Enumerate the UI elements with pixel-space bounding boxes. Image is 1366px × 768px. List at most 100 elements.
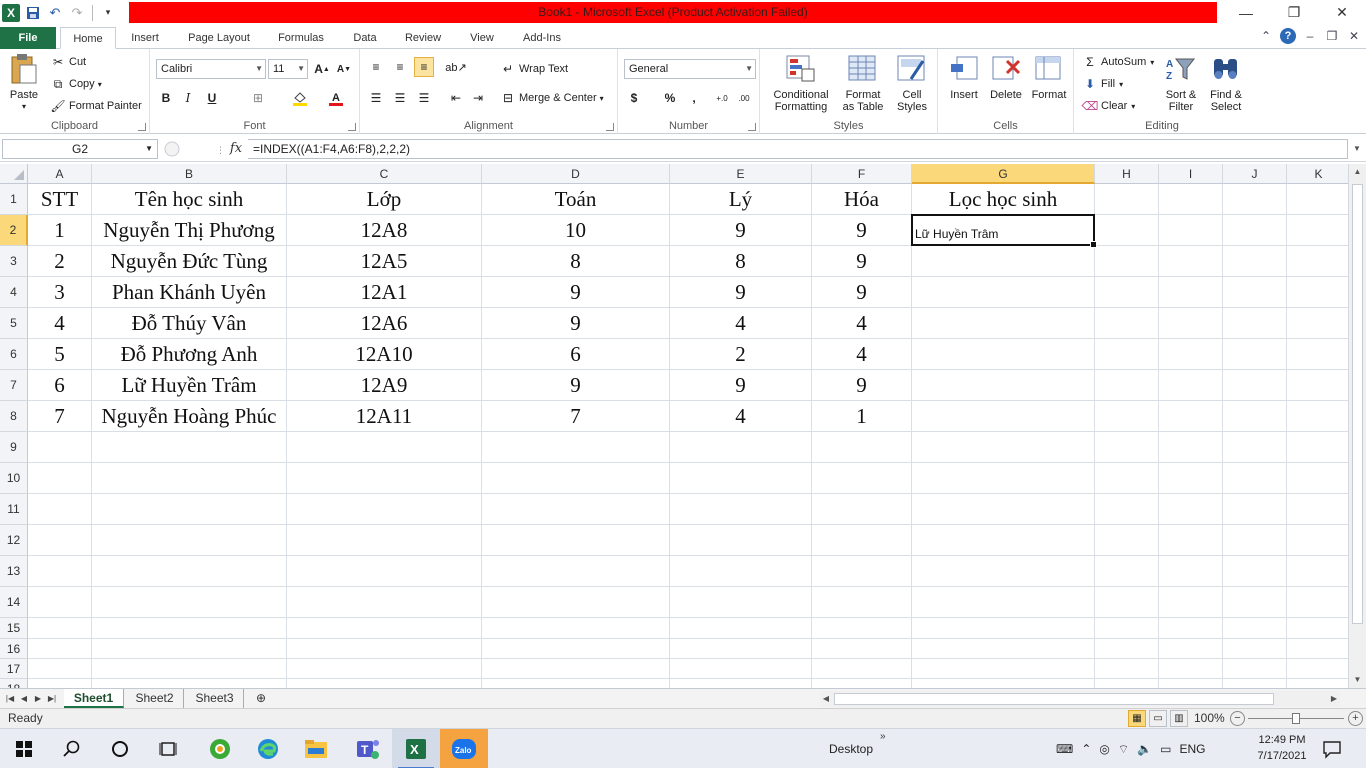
- increase-decimal-icon[interactable]: +.0: [712, 88, 732, 108]
- align-middle-icon[interactable]: ≡: [390, 57, 410, 77]
- cell-k5[interactable]: [1287, 308, 1348, 339]
- save-icon[interactable]: [24, 4, 42, 22]
- cell-i15[interactable]: [1159, 618, 1223, 639]
- cell-h7[interactable]: [1095, 370, 1159, 401]
- cell-g9[interactable]: [912, 432, 1095, 463]
- restore-icon[interactable]: ❐: [1270, 0, 1318, 25]
- help-icon[interactable]: ?: [1280, 28, 1296, 44]
- row-header-5[interactable]: 5: [0, 308, 28, 339]
- cell-e2[interactable]: 9: [670, 215, 812, 246]
- cell-d13[interactable]: [482, 556, 670, 587]
- font-color-icon[interactable]: A: [326, 88, 346, 108]
- cell-e9[interactable]: [670, 432, 812, 463]
- cell-k9[interactable]: [1287, 432, 1348, 463]
- language-indicator[interactable]: ENG: [1179, 742, 1205, 756]
- column-header-c[interactable]: C: [287, 164, 482, 184]
- customize-qat-icon[interactable]: ▾: [99, 4, 117, 22]
- autosum-button[interactable]: Σ AutoSum ▾: [1082, 54, 1154, 70]
- cell-d14[interactable]: [482, 587, 670, 618]
- cell-d6[interactable]: 6: [482, 339, 670, 370]
- scroll-up-icon[interactable]: ▲: [1349, 164, 1366, 180]
- cell-a15[interactable]: [28, 618, 92, 639]
- cell-i18[interactable]: [1159, 679, 1223, 688]
- cell-j6[interactable]: [1223, 339, 1287, 370]
- cell-b5[interactable]: Đỗ Thúy Vân: [92, 308, 287, 339]
- cell-a8[interactable]: 7: [28, 401, 92, 432]
- cell-f4[interactable]: 9: [812, 277, 912, 308]
- last-sheet-icon[interactable]: ▶|: [46, 691, 58, 707]
- cell-g6[interactable]: [912, 339, 1095, 370]
- cell-f11[interactable]: [812, 494, 912, 525]
- row-header-1[interactable]: 1: [0, 184, 28, 215]
- row-header-8[interactable]: 8: [0, 401, 28, 432]
- cell-f18[interactable]: [812, 679, 912, 688]
- row-header-12[interactable]: 12: [0, 525, 28, 556]
- cell-c13[interactable]: [287, 556, 482, 587]
- cell-h5[interactable]: [1095, 308, 1159, 339]
- cell-j3[interactable]: [1223, 246, 1287, 277]
- row-header-6[interactable]: 6: [0, 339, 28, 370]
- column-header-k[interactable]: K: [1287, 164, 1348, 184]
- decrease-indent-icon[interactable]: ⇤: [446, 88, 466, 108]
- keyboard-icon[interactable]: ⌨: [1056, 742, 1073, 756]
- cell-a12[interactable]: [28, 525, 92, 556]
- cell-k10[interactable]: [1287, 463, 1348, 494]
- cell-b10[interactable]: [92, 463, 287, 494]
- cell-c12[interactable]: [287, 525, 482, 556]
- cell-g2[interactable]: Lữ Huyền Trâm: [912, 215, 1095, 246]
- cell-e11[interactable]: [670, 494, 812, 525]
- align-right-icon[interactable]: ☰: [414, 88, 434, 108]
- format-painter-button[interactable]: 🖌 Format Painter: [50, 98, 141, 114]
- scroll-down-icon[interactable]: ▼: [1349, 672, 1366, 688]
- cell-c15[interactable]: [287, 618, 482, 639]
- sort-filter-button[interactable]: AZ Sort & Filter: [1160, 53, 1202, 113]
- cell-f8[interactable]: 1: [812, 401, 912, 432]
- cell-h10[interactable]: [1095, 463, 1159, 494]
- cell-j17[interactable]: [1223, 659, 1287, 679]
- teams-icon[interactable]: T: [344, 729, 392, 768]
- cell-i3[interactable]: [1159, 246, 1223, 277]
- cell-d7[interactable]: 9: [482, 370, 670, 401]
- battery-icon[interactable]: ▭: [1160, 742, 1171, 756]
- cell-c3[interactable]: 12A5: [287, 246, 482, 277]
- notification-icon[interactable]: [1322, 739, 1342, 759]
- font-launcher-icon[interactable]: [348, 123, 356, 131]
- zoom-out-icon[interactable]: −: [1230, 711, 1245, 726]
- cell-j10[interactable]: [1223, 463, 1287, 494]
- tab-review[interactable]: Review: [396, 27, 450, 49]
- cell-i10[interactable]: [1159, 463, 1223, 494]
- cell-g18[interactable]: [912, 679, 1095, 688]
- cell-j5[interactable]: [1223, 308, 1287, 339]
- cell-i14[interactable]: [1159, 587, 1223, 618]
- excel-taskbar-icon[interactable]: X: [392, 729, 440, 768]
- cell-b16[interactable]: [92, 639, 287, 659]
- row-header-16[interactable]: 16: [0, 639, 28, 659]
- cell-c6[interactable]: 12A10: [287, 339, 482, 370]
- cell-k8[interactable]: [1287, 401, 1348, 432]
- cell-a17[interactable]: [28, 659, 92, 679]
- cell-j8[interactable]: [1223, 401, 1287, 432]
- borders-icon[interactable]: ⊞: [248, 88, 268, 108]
- sheet-tab-sheet1[interactable]: Sheet1: [64, 689, 124, 708]
- formula-bar-splitter[interactable]: ⋮: [162, 139, 225, 159]
- cell-d15[interactable]: [482, 618, 670, 639]
- grow-font-icon[interactable]: A ▲: [312, 59, 332, 79]
- cut-button[interactable]: ✂ Cut: [50, 54, 86, 70]
- cell-d3[interactable]: 8: [482, 246, 670, 277]
- cell-a14[interactable]: [28, 587, 92, 618]
- cell-j1[interactable]: [1223, 184, 1287, 215]
- task-view-icon[interactable]: [144, 729, 192, 768]
- cell-b9[interactable]: [92, 432, 287, 463]
- cell-i8[interactable]: [1159, 401, 1223, 432]
- tab-data[interactable]: Data: [344, 27, 386, 49]
- currency-button[interactable]: $: [624, 88, 644, 108]
- cell-d17[interactable]: [482, 659, 670, 679]
- align-top-icon[interactable]: ≡: [366, 57, 386, 77]
- cell-a2[interactable]: 1: [28, 215, 92, 246]
- cell-h17[interactable]: [1095, 659, 1159, 679]
- cell-e15[interactable]: [670, 618, 812, 639]
- cell-d5[interactable]: 9: [482, 308, 670, 339]
- column-header-g[interactable]: G: [912, 164, 1095, 184]
- row-header-10[interactable]: 10: [0, 463, 28, 494]
- cell-c18[interactable]: [287, 679, 482, 688]
